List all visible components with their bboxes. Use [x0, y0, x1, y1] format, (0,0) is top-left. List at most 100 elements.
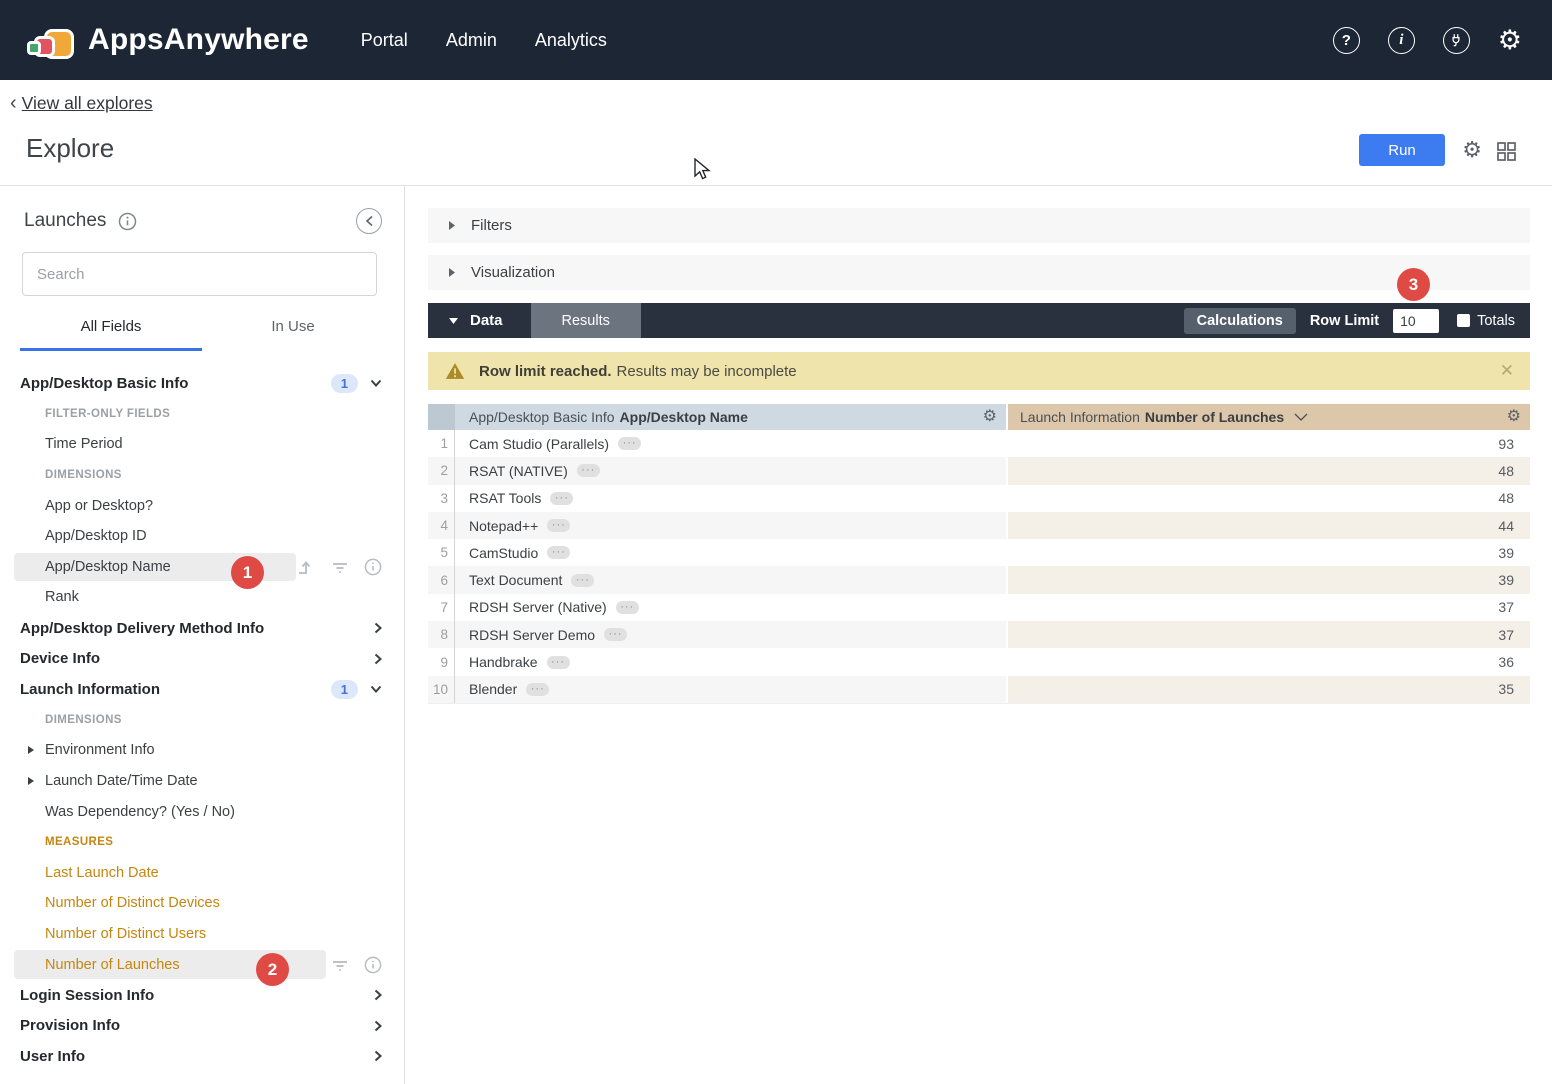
- annotation-badge-3: 3: [1397, 268, 1430, 301]
- chevron-right-icon: [374, 989, 382, 1001]
- cell-menu-icon[interactable]: ···: [616, 601, 639, 614]
- launches-value-cell[interactable]: 35: [1006, 676, 1530, 703]
- info-icon[interactable]: i: [1388, 27, 1415, 54]
- field-group-app-desktop-delivery-method-info[interactable]: App/Desktop Delivery Method Info: [0, 613, 404, 644]
- column-gear-icon[interactable]: ⚙: [1507, 409, 1521, 425]
- info-icon[interactable]: [364, 558, 382, 576]
- expand-right-icon[interactable]: [27, 776, 35, 786]
- field-launch-date-time-date[interactable]: Launch Date/Time Date: [0, 766, 404, 797]
- filter-icon[interactable]: [331, 560, 349, 574]
- table-row: 10Blender···35: [428, 676, 1530, 703]
- cell-menu-icon[interactable]: ···: [604, 628, 627, 641]
- field-environment-info[interactable]: Environment Info: [0, 735, 404, 766]
- calculations-button[interactable]: Calculations: [1184, 308, 1296, 334]
- field-group-user-info[interactable]: User Info: [0, 1041, 404, 1072]
- app-name-cell[interactable]: CamStudio···: [455, 539, 1006, 566]
- section-label-measures: MEASURES: [0, 827, 404, 858]
- cell-menu-icon[interactable]: ···: [577, 464, 600, 477]
- totals-checkbox[interactable]: [1457, 314, 1470, 327]
- field-group-app-desktop-basic-info[interactable]: App/Desktop Basic Info1: [0, 368, 404, 399]
- row-number: 6: [428, 566, 455, 593]
- launches-value-cell[interactable]: 39: [1006, 566, 1530, 593]
- annotation-badge-1: 1: [231, 556, 264, 589]
- close-warning-icon[interactable]: ✕: [1500, 361, 1514, 381]
- in-use-count-badge: 1: [331, 374, 358, 393]
- field-rank[interactable]: Rank: [0, 582, 404, 613]
- nav-link-analytics[interactable]: Analytics: [535, 30, 607, 51]
- row-number: 10: [428, 676, 455, 703]
- cell-menu-icon[interactable]: ···: [571, 574, 594, 587]
- app-name-cell[interactable]: RSAT Tools···: [455, 485, 1006, 512]
- table-row: 7RDSH Server (Native)···37: [428, 594, 1530, 621]
- field-number-of-launches[interactable]: Number of Launches: [0, 949, 404, 980]
- field-number-of-distinct-users[interactable]: Number of Distinct Users: [0, 919, 404, 950]
- model-info-icon[interactable]: [118, 212, 137, 231]
- launches-value-cell[interactable]: 93: [1006, 430, 1530, 457]
- cell-menu-icon[interactable]: ···: [547, 519, 570, 532]
- cell-menu-icon[interactable]: ···: [547, 546, 570, 559]
- dashboard-grid-icon[interactable]: [1497, 142, 1516, 166]
- cell-menu-icon[interactable]: ···: [618, 437, 641, 450]
- app-name-cell[interactable]: RSAT (NATIVE)···: [455, 457, 1006, 484]
- navbar-icons: ? i ⚙: [1333, 27, 1522, 54]
- app-name-cell[interactable]: Cam Studio (Parallels)···: [455, 430, 1006, 457]
- field-tree: App/Desktop Basic Info1FILTER-ONLY FIELD…: [0, 368, 404, 1072]
- cell-menu-icon[interactable]: ···: [550, 492, 573, 505]
- nav-link-admin[interactable]: Admin: [446, 30, 497, 51]
- field-app-or-desktop[interactable]: App or Desktop?: [0, 490, 404, 521]
- app-name-cell[interactable]: RDSH Server Demo···: [455, 621, 1006, 648]
- app-name-cell[interactable]: Blender···: [455, 676, 1006, 703]
- column-gear-icon[interactable]: ⚙: [983, 409, 997, 425]
- row-limit-label: Row Limit: [1310, 313, 1379, 329]
- info-icon[interactable]: [364, 956, 382, 974]
- tab-all-fields[interactable]: All Fields: [20, 318, 202, 351]
- expand-right-icon[interactable]: [27, 745, 35, 755]
- collapse-sidebar-button[interactable]: [356, 208, 382, 234]
- app-name-cell[interactable]: Notepad++···: [455, 512, 1006, 539]
- app-name-cell[interactable]: RDSH Server (Native)···: [455, 594, 1006, 621]
- nav-link-portal[interactable]: Portal: [361, 30, 408, 51]
- row-limit-input[interactable]: [1393, 309, 1439, 333]
- launches-value-cell[interactable]: 37: [1006, 621, 1530, 648]
- launches-value-cell[interactable]: 39: [1006, 539, 1530, 566]
- field-app-desktop-id[interactable]: App/Desktop ID: [0, 521, 404, 552]
- cell-menu-icon[interactable]: ···: [526, 683, 549, 696]
- launches-value-cell[interactable]: 37: [1006, 594, 1530, 621]
- app-name-cell[interactable]: Handbrake···: [455, 648, 1006, 675]
- settings-icon[interactable]: ⚙: [1498, 27, 1522, 54]
- section-label-dimensions: DIMENSIONS: [0, 460, 404, 491]
- plugin-icon[interactable]: [1443, 27, 1470, 54]
- launches-value-cell[interactable]: 48: [1006, 457, 1530, 484]
- field-time-period[interactable]: Time Period: [0, 429, 404, 460]
- column-header-app-desktop-name[interactable]: App/Desktop Basic Info App/Desktop Name …: [455, 404, 1006, 430]
- field-last-launch-date[interactable]: Last Launch Date: [0, 858, 404, 889]
- data-panel-toggle[interactable]: Data: [428, 312, 503, 329]
- explore-settings-gear-icon[interactable]: ⚙: [1462, 139, 1482, 161]
- filters-panel-toggle[interactable]: Filters: [428, 208, 1530, 243]
- row-number: 8: [428, 621, 455, 648]
- visualization-panel-toggle[interactable]: Visualization: [428, 255, 1530, 290]
- run-button[interactable]: Run: [1359, 134, 1445, 166]
- pivot-icon[interactable]: [296, 558, 316, 576]
- help-icon[interactable]: ?: [1333, 27, 1360, 54]
- app-name-cell[interactable]: Text Document···: [455, 566, 1006, 593]
- sort-desc-icon: [1294, 413, 1308, 421]
- field-group-provision-info[interactable]: Provision Info: [0, 1010, 404, 1041]
- launches-value-cell[interactable]: 48: [1006, 485, 1530, 512]
- field-app-desktop-name[interactable]: App/Desktop Name: [0, 552, 404, 583]
- filter-icon[interactable]: [331, 958, 349, 972]
- cell-menu-icon[interactable]: ···: [547, 656, 570, 669]
- field-number-of-distinct-devices[interactable]: Number of Distinct Devices: [0, 888, 404, 919]
- view-all-explores-link[interactable]: ‹ View all explores: [10, 92, 153, 115]
- field-group-launch-information[interactable]: Launch Information1: [0, 674, 404, 705]
- field-search-input[interactable]: [22, 252, 377, 296]
- tab-results[interactable]: Results: [531, 303, 641, 338]
- field-group-login-session-info[interactable]: Login Session Info: [0, 980, 404, 1011]
- field-group-device-info[interactable]: Device Info: [0, 643, 404, 674]
- launches-value-cell[interactable]: 36: [1006, 648, 1530, 675]
- launches-value-cell[interactable]: 44: [1006, 512, 1530, 539]
- row-number: 2: [428, 457, 455, 484]
- field-was-dependency-yes-no[interactable]: Was Dependency? (Yes / No): [0, 796, 404, 827]
- tab-in-use[interactable]: In Use: [202, 318, 384, 351]
- column-header-number-of-launches[interactable]: Launch Information Number of Launches ⚙: [1006, 404, 1530, 430]
